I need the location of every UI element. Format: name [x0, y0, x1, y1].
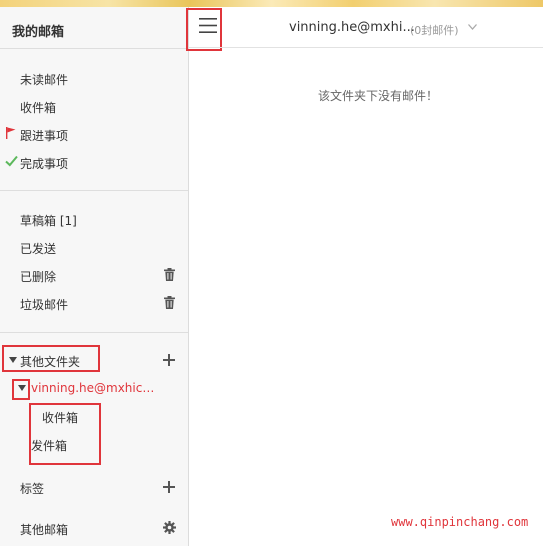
sidebar-item-drafts[interactable]: 草稿箱 [1] [20, 212, 77, 229]
plus-icon[interactable] [163, 481, 175, 493]
sidebar-item-tags[interactable]: 标签 [20, 480, 44, 497]
trash-icon[interactable] [164, 296, 175, 309]
account-folder-label[interactable]: vinning.he@mxhichin... [31, 381, 161, 395]
sidebar-item-unread[interactable]: 未读邮件 [20, 71, 68, 88]
flag-icon [6, 127, 16, 139]
plus-icon[interactable] [163, 354, 175, 366]
sidebar-item-other-mailboxes[interactable]: 其他邮箱 [20, 521, 68, 538]
header-divider [189, 47, 543, 48]
highlight-box [186, 8, 222, 51]
sidebar-item-sent[interactable]: 已发送 [20, 240, 56, 257]
empty-folder-message: 该文件夹下没有邮件！ [318, 89, 439, 103]
highlight-box [29, 403, 101, 465]
sidebar-item-deleted[interactable]: 已删除 [20, 268, 56, 285]
divider [0, 190, 188, 191]
highlight-box [12, 379, 30, 400]
highlight-box [2, 345, 100, 372]
header-account[interactable]: vinning.he@mxhi... [289, 20, 415, 35]
watermark: www.qinpinchang.com [391, 515, 529, 529]
trash-icon[interactable] [164, 268, 175, 281]
gear-icon[interactable] [163, 521, 176, 534]
divider [0, 48, 188, 49]
sidebar-item-inbox[interactable]: 收件箱 [20, 99, 56, 116]
sidebar-item-spam[interactable]: 垃圾邮件 [20, 296, 68, 313]
sidebar-item-done[interactable]: 完成事项 [20, 155, 68, 172]
top-banner [0, 0, 543, 7]
chevron-down-icon[interactable] [468, 24, 477, 30]
sidebar-item-follow-up[interactable]: 跟进事项 [20, 127, 68, 144]
divider [0, 332, 188, 333]
sidebar-title: 我的邮箱 [12, 25, 65, 40]
check-icon [5, 155, 18, 167]
mail-count: (0封邮件) [410, 24, 459, 37]
